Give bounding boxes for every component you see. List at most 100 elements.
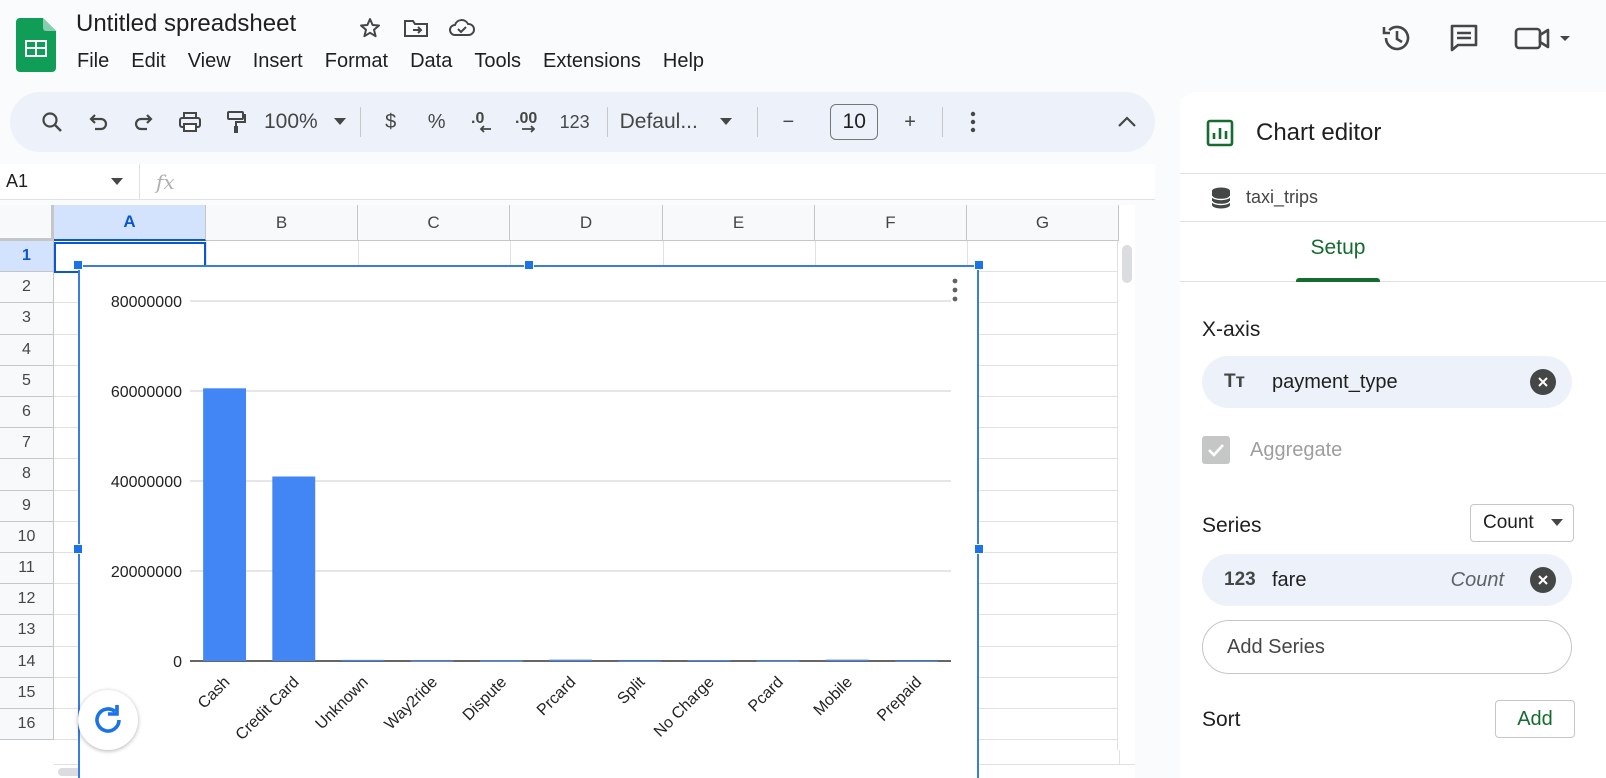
x-tick-label: Way2ride [382, 674, 441, 733]
vertical-scrollbar[interactable] [1117, 241, 1135, 750]
print-icon[interactable] [172, 104, 208, 140]
more-options-icon[interactable] [955, 104, 991, 140]
bar-chart-svg: 0 20000000 40000000 60000000 80000000 Cash Cre… [111, 294, 951, 744]
toolbar-divider [942, 107, 943, 137]
resize-handle[interactable] [73, 260, 83, 270]
embedded-chart[interactable]: 0 20000000 40000000 60000000 80000000 Cash Cre… [78, 265, 979, 778]
resize-handle[interactable] [974, 260, 984, 270]
chart-refresh-button[interactable] [78, 690, 138, 750]
menu-tools[interactable]: Tools [463, 46, 532, 77]
increase-font-size-button[interactable]: + [892, 104, 928, 140]
row-header-14[interactable]: 14 [0, 646, 54, 678]
search-menus-icon[interactable] [34, 104, 70, 140]
row-header-7[interactable]: 7 [0, 428, 54, 460]
sheets-logo-icon[interactable] [16, 18, 56, 72]
menu-format[interactable]: Format [314, 46, 399, 77]
bar-prepaid [894, 660, 938, 662]
column-header-a[interactable]: A [54, 205, 206, 241]
resize-handle[interactable] [524, 260, 534, 270]
name-box[interactable]: A1 [0, 164, 140, 199]
star-icon[interactable] [356, 14, 384, 42]
row-header-9[interactable]: 9 [0, 490, 54, 522]
spreadsheet-grid[interactable]: A B C D E F G 1 2 3 4 5 6 7 8 9 10 11 12 13 14 15 16 02… [0, 205, 1135, 778]
chart-menu-icon[interactable] [945, 275, 965, 305]
remove-xaxis-icon[interactable] [1530, 369, 1556, 395]
chevron-down-icon [719, 118, 732, 125]
row-header-2[interactable]: 2 [0, 272, 54, 304]
sort-label: Sort [1202, 708, 1241, 731]
y-tick-label: 40000000 [111, 474, 182, 491]
x-tick-label: Pcard [745, 674, 787, 716]
remove-series-icon[interactable] [1530, 567, 1556, 593]
bar-pcard [756, 660, 800, 662]
currency-format-button[interactable]: $ [373, 104, 409, 140]
select-all-corner[interactable] [0, 205, 54, 241]
x-tick-label: Dispute [460, 674, 510, 724]
collapse-menus-icon[interactable] [1109, 104, 1145, 140]
row-header-12[interactable]: 12 [0, 584, 54, 616]
row-header-13[interactable]: 13 [0, 615, 54, 647]
row-header-10[interactable]: 10 [0, 521, 54, 553]
bar-mobile [825, 659, 869, 661]
meet-video-icon[interactable] [1514, 18, 1576, 58]
x-tick-label: Split [614, 673, 648, 707]
decrease-font-size-button[interactable]: − [770, 104, 806, 140]
version-history-icon[interactable] [1380, 18, 1414, 58]
add-series-button[interactable]: Add Series [1202, 620, 1572, 674]
xaxis-field-chip[interactable]: Tт payment_type [1202, 356, 1572, 408]
column-header-f[interactable]: F [815, 205, 967, 241]
panel-tabs: Setup [1180, 222, 1606, 282]
menu-extensions[interactable]: Extensions [532, 46, 652, 77]
menu-help[interactable]: Help [652, 46, 715, 77]
series-aggregation-dropdown[interactable]: Count [1470, 504, 1574, 542]
y-tick-label: 80000000 [111, 294, 182, 311]
resize-handle[interactable] [974, 544, 984, 554]
menu-edit[interactable]: Edit [120, 46, 176, 77]
tab-setup[interactable]: Setup [1296, 236, 1380, 260]
row-header-11[interactable]: 11 [0, 553, 54, 585]
row-header-4[interactable]: 4 [0, 334, 54, 366]
row-header-1[interactable]: 1 [0, 241, 54, 273]
resize-handle[interactable] [73, 544, 83, 554]
panel-title: Chart editor [1256, 118, 1382, 146]
column-header-b[interactable]: B [206, 205, 358, 241]
data-source[interactable]: taxi_trips [1180, 174, 1606, 222]
menu-insert[interactable]: Insert [242, 46, 314, 77]
column-header-c[interactable]: C [358, 205, 510, 241]
column-header-e[interactable]: E [663, 205, 815, 241]
database-icon [1211, 187, 1231, 208]
series-field-chip[interactable]: 123 fare Count [1202, 554, 1572, 606]
row-header-16[interactable]: 16 [0, 709, 54, 741]
row-header-3[interactable]: 3 [0, 303, 54, 335]
paint-format-icon[interactable] [218, 104, 254, 140]
add-sort-button[interactable]: Add [1495, 700, 1575, 738]
increase-decimal-button[interactable]: .00 [511, 104, 547, 140]
number-format-button[interactable]: 123 [557, 104, 593, 140]
svg-text:.00: .00 [515, 110, 537, 127]
row-header-5[interactable]: 5 [0, 365, 54, 397]
comments-icon[interactable] [1448, 18, 1480, 58]
bar-dispute [479, 660, 523, 662]
formula-input[interactable] [175, 164, 1155, 199]
vertical-scroll-thumb[interactable] [1122, 245, 1132, 283]
font-size-input[interactable]: 10 [830, 104, 879, 140]
undo-icon[interactable] [80, 104, 116, 140]
menu-file[interactable]: File [66, 46, 120, 77]
document-title[interactable]: Untitled spreadsheet [76, 10, 296, 38]
cloud-status-icon[interactable] [448, 14, 476, 42]
y-tick-label: 60000000 [111, 384, 182, 401]
zoom-select[interactable]: 100% [264, 110, 346, 134]
font-family-select[interactable]: Defaul... [620, 110, 744, 134]
menu-data[interactable]: Data [399, 46, 463, 77]
decrease-decimal-button[interactable]: .0 [465, 104, 501, 140]
redo-icon[interactable] [126, 104, 162, 140]
percent-format-button[interactable]: % [419, 104, 455, 140]
row-header-8[interactable]: 8 [0, 459, 54, 491]
move-folder-icon[interactable] [402, 14, 430, 42]
menu-view[interactable]: View [177, 46, 242, 77]
column-header-d[interactable]: D [510, 205, 663, 241]
column-header-g[interactable]: G [967, 205, 1119, 241]
refresh-icon [95, 705, 121, 733]
row-header-15[interactable]: 15 [0, 677, 54, 709]
row-header-6[interactable]: 6 [0, 397, 54, 429]
